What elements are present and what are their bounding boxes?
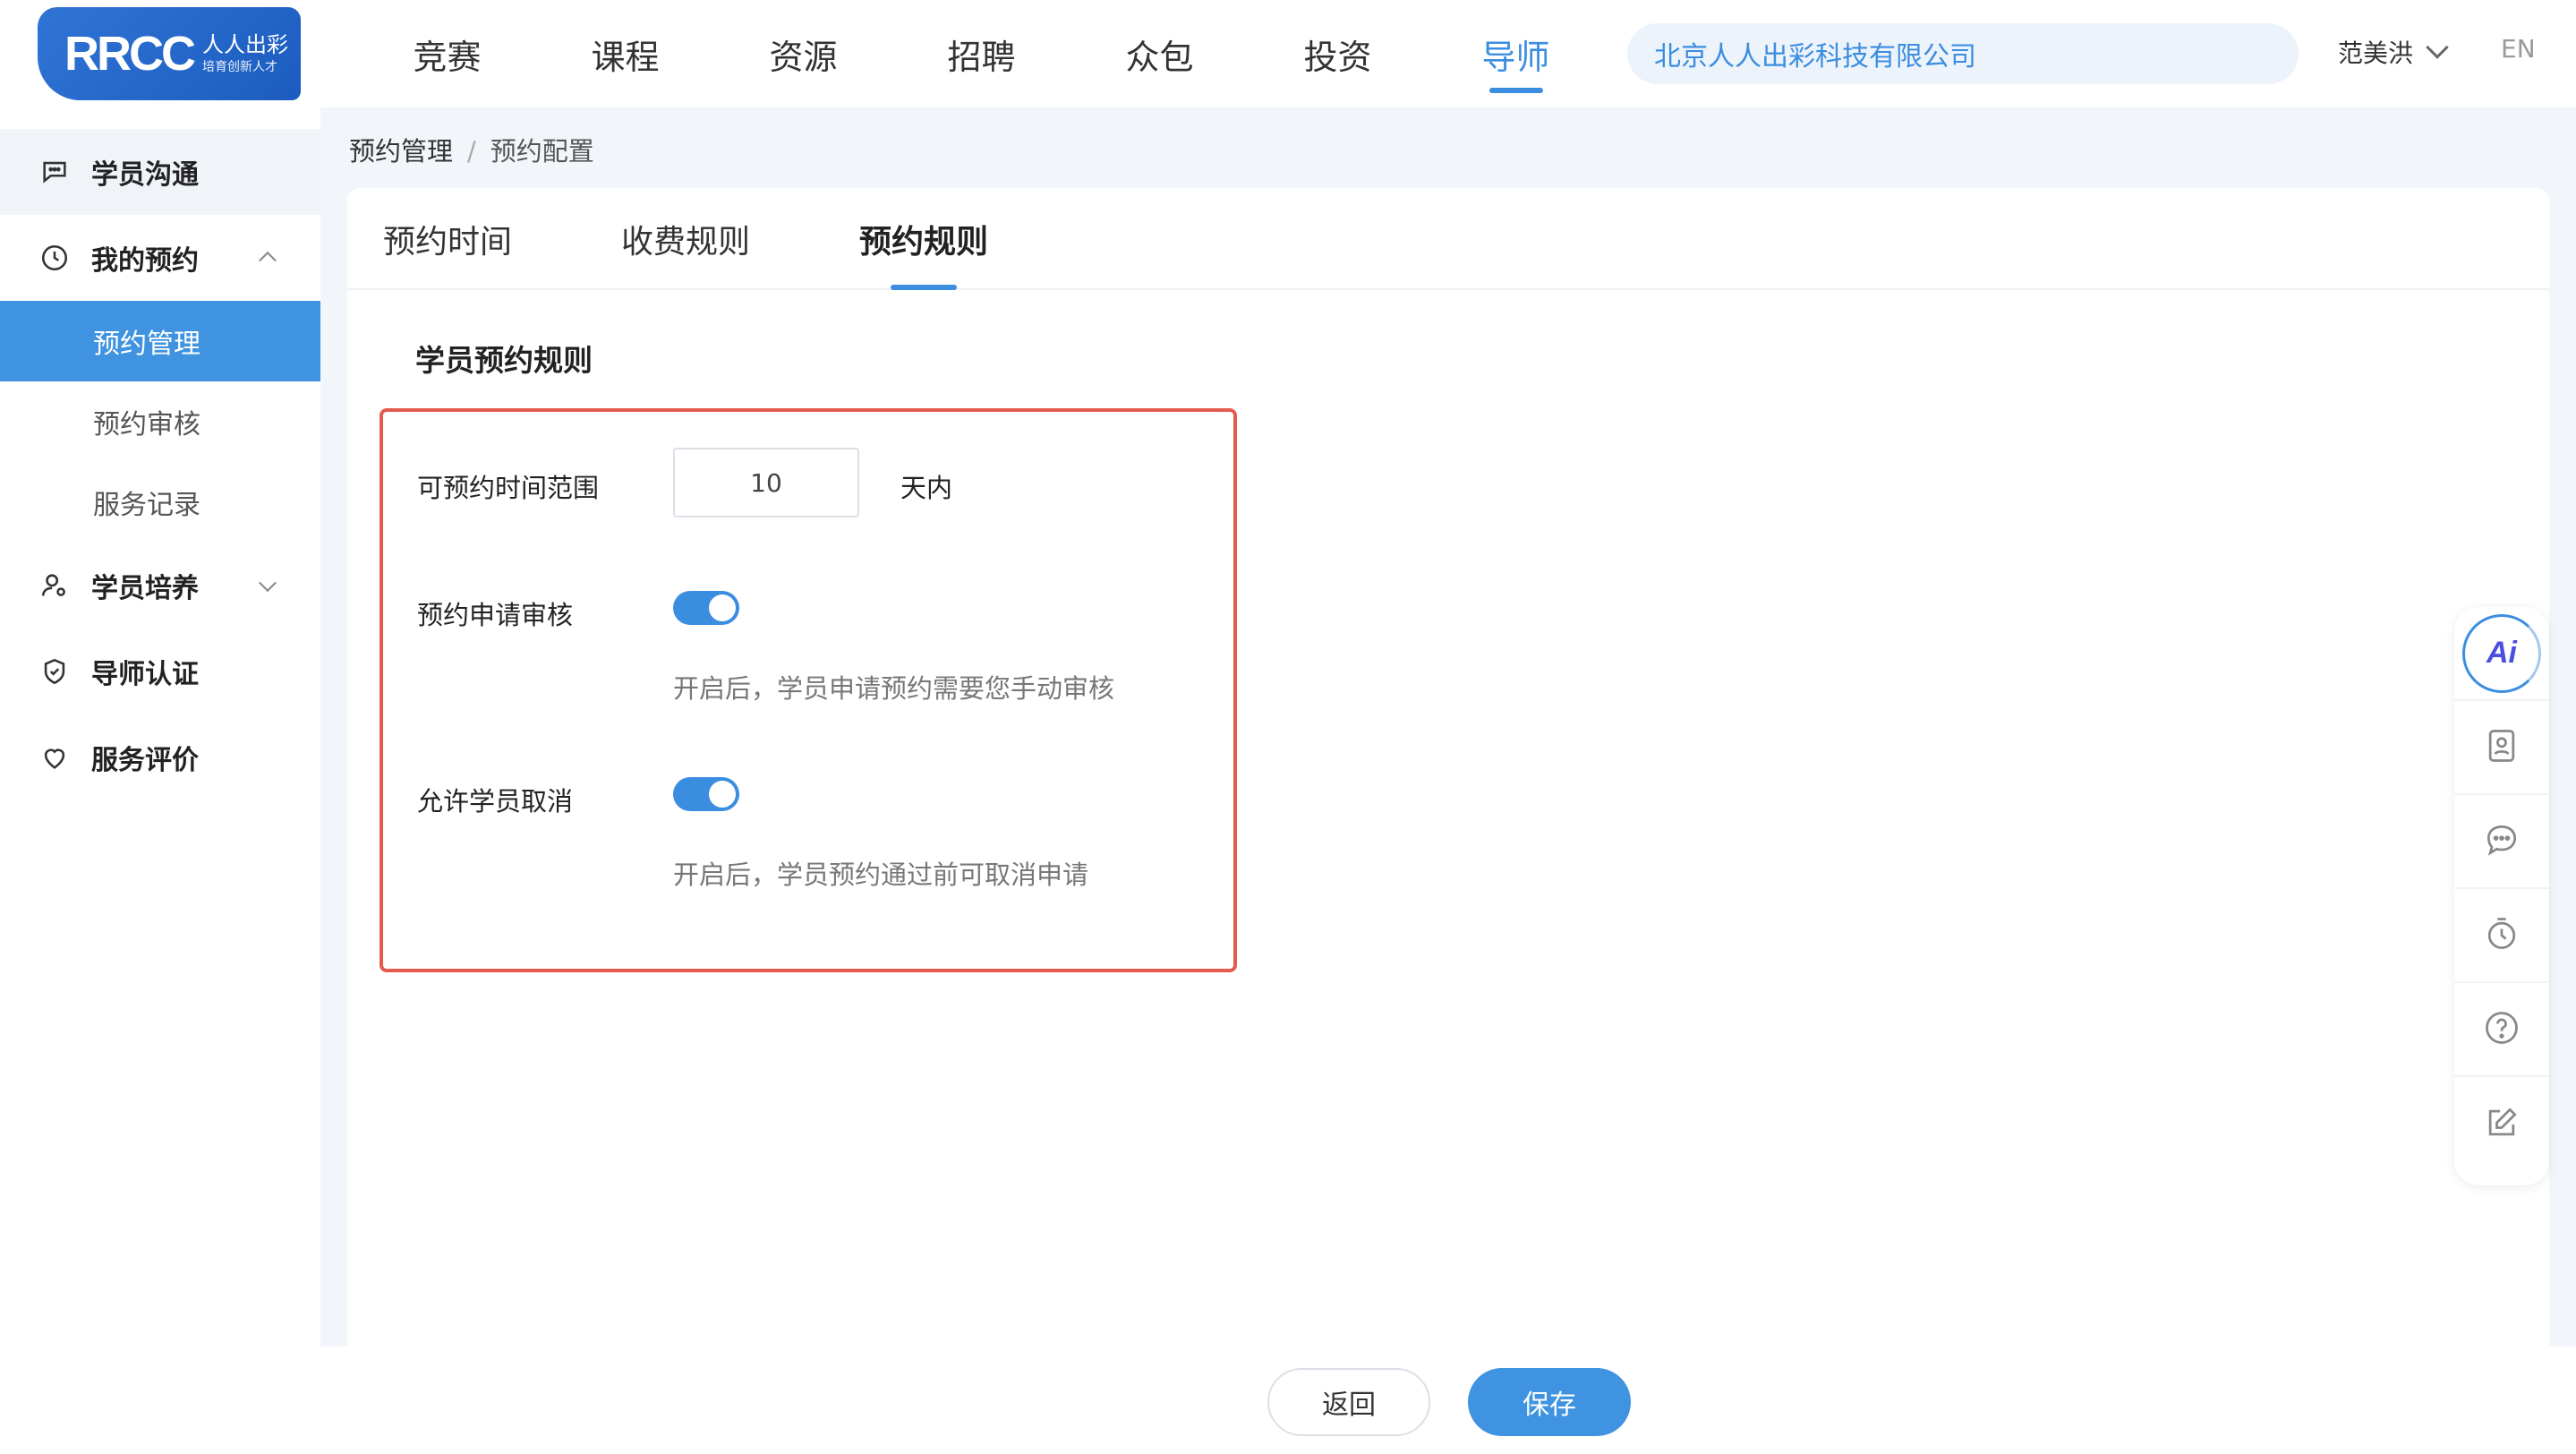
toggle-knob <box>709 594 736 621</box>
range-label: 可预约时间范围 <box>417 473 600 503</box>
brand-logo[interactable]: RRCC 人人出彩 培育创新人才 <box>38 7 301 100</box>
sidebar-item-label: 服务评价 <box>91 745 199 776</box>
contact-card-icon <box>2482 726 2521 769</box>
cancel-label: 允许学员取消 <box>417 786 574 817</box>
range-unit: 天内 <box>900 473 953 503</box>
heart-icon <box>39 742 70 773</box>
floating-toolbar: Ai <box>2454 607 2549 1185</box>
shield-icon <box>39 656 70 687</box>
sidebar-item-label: 学员培养 <box>91 573 199 604</box>
chevron-down-icon <box>2426 36 2449 59</box>
main-nav: 竞赛 课程 资源 招聘 众包 投资 导师 <box>358 0 1605 107</box>
review-hint: 开启后，学员申请预约需要您手动审核 <box>673 673 1115 704</box>
message-button[interactable] <box>2454 795 2549 889</box>
section-title: 学员预约规则 <box>415 343 593 378</box>
logo-cn-text: 人人出彩 <box>202 32 288 57</box>
timer-icon <box>2482 914 2521 957</box>
breadcrumb-separator: / <box>467 136 476 167</box>
logo-sub-text: 培育创新人才 <box>202 60 277 74</box>
tab-booking-rules[interactable]: 预约规则 <box>859 188 988 290</box>
rules-highlight-box: 可预约时间范围 10 天内 预约申请审核 开启后，学员申请预约需要您手动审核 允… <box>380 408 1237 972</box>
help-icon <box>2482 1008 2521 1051</box>
sidebar-subitem-booking-manage[interactable]: 预约管理 <box>0 301 320 381</box>
edit-icon <box>2482 1103 2521 1146</box>
settings-card: 预约时间 收费规则 预约规则 学员预约规则 可预约时间范围 10 天内 预约申请… <box>347 188 2549 1347</box>
sidebar-item-service-rating[interactable]: 服务评价 <box>0 714 320 800</box>
toggle-knob <box>709 781 736 808</box>
sidebar-item-label: 导师认证 <box>91 659 199 690</box>
nav-resources[interactable]: 资源 <box>714 0 892 107</box>
user-menu[interactable]: 范美洪 <box>2338 34 2449 70</box>
user-icon <box>39 570 70 601</box>
ai-assistant-button[interactable]: Ai <box>2454 607 2549 701</box>
tab-fee-rules[interactable]: 收费规则 <box>621 188 750 290</box>
sidebar-item-label: 我的预约 <box>91 245 199 277</box>
chat-icon <box>39 157 70 187</box>
sidebar-item-mentor-certification[interactable]: 导师认证 <box>0 629 320 714</box>
timer-button[interactable] <box>2454 889 2549 983</box>
nav-recruit[interactable]: 招聘 <box>892 0 1070 107</box>
booking-range-input[interactable]: 10 <box>673 448 859 517</box>
cancel-hint: 开启后，学员预约通过前可取消申请 <box>673 860 1089 890</box>
breadcrumb-current: 预约配置 <box>490 136 594 167</box>
tab-booking-time[interactable]: 预约时间 <box>383 188 512 290</box>
nav-courses[interactable]: 课程 <box>536 0 714 107</box>
tab-bar: 预约时间 收费规则 预约规则 <box>347 188 2549 290</box>
review-label: 预约申请审核 <box>417 600 574 630</box>
chevron-up-icon <box>259 251 277 269</box>
nav-competition[interactable]: 竞赛 <box>358 0 536 107</box>
nav-invest[interactable]: 投资 <box>1249 0 1427 107</box>
footer-bar: 返回 保存 <box>320 1347 2576 1454</box>
sidebar-subitem-service-records[interactable]: 服务记录 <box>0 462 320 543</box>
edit-button[interactable] <box>2454 1077 2549 1171</box>
user-name: 范美洪 <box>2338 38 2414 68</box>
save-button[interactable]: 保存 <box>1468 1368 1631 1436</box>
ai-assistant-icon: Ai <box>2462 613 2541 693</box>
top-bar: RRCC 人人出彩 培育创新人才 竞赛 课程 资源 招聘 众包 投资 导师 北京… <box>0 0 2576 107</box>
org-search-field[interactable]: 北京人人出彩科技有限公司 <box>1627 23 2299 84</box>
logo-text: RRCC <box>64 27 196 81</box>
message-icon <box>2482 820 2521 863</box>
breadcrumb: 预约管理 / 预约配置 <box>349 131 594 168</box>
sidebar-item-my-booking[interactable]: 我的预约 <box>0 215 320 301</box>
nav-mentor[interactable]: 导师 <box>1427 0 1605 107</box>
back-button[interactable]: 返回 <box>1267 1368 1430 1436</box>
sidebar-subitem-booking-review[interactable]: 预约审核 <box>0 381 320 462</box>
cancel-toggle[interactable] <box>673 777 739 811</box>
review-toggle[interactable] <box>673 591 739 625</box>
nav-crowdsource[interactable]: 众包 <box>1070 0 1249 107</box>
sidebar-item-student-chat[interactable]: 学员沟通 <box>0 129 320 215</box>
sidebar-item-student-training[interactable]: 学员培养 <box>0 543 320 629</box>
sidebar: 学员沟通 我的预约 预约管理 预约审核 服务记录 学员培养 导师认证 服务评价 <box>0 129 320 1454</box>
contact-card-button[interactable] <box>2454 701 2549 795</box>
language-switch[interactable]: EN <box>2501 34 2536 64</box>
clock-icon <box>39 243 70 273</box>
help-button[interactable] <box>2454 983 2549 1077</box>
sidebar-item-label: 学员沟通 <box>91 159 199 191</box>
breadcrumb-parent[interactable]: 预约管理 <box>349 136 453 167</box>
chevron-down-icon <box>259 574 277 593</box>
